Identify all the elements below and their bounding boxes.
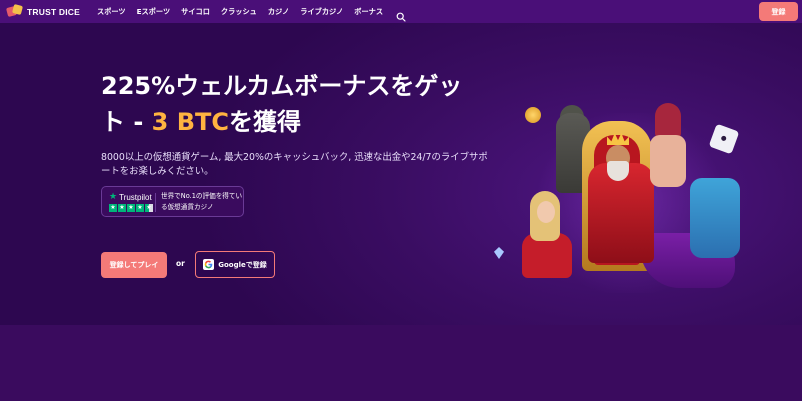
nav-links: スポーツ Eスポーツ サイコロ クラッシュ カジノ ライブカジノ ボーナス xyxy=(97,0,406,23)
lower-section xyxy=(0,325,802,401)
google-signup-label: Googleで登録 xyxy=(218,260,267,269)
register-button[interactable]: 登録 xyxy=(759,2,798,21)
trustpilot-rating: ★ ★ ★ ★ ★ xyxy=(109,204,154,212)
rating-star-icon: ★ xyxy=(109,204,117,212)
trustpilot-star-icon: ★ xyxy=(109,192,118,202)
hero-headline: 225%ウェルカムボーナスをゲット - 3 BTCを獲得 xyxy=(101,68,481,140)
nav-item-bonus[interactable]: ボーナス xyxy=(354,7,383,17)
gem-icon xyxy=(494,247,504,259)
rating-star-icon: ★ xyxy=(127,204,135,212)
nav-item-casino[interactable]: カジノ xyxy=(268,7,289,17)
nav-item-sports[interactable]: スポーツ xyxy=(97,7,126,17)
brand-logo[interactable]: TRUST DICE xyxy=(5,3,80,19)
headline-btc-amount: 3 BTC xyxy=(151,108,230,136)
rating-half-star-icon: ★ xyxy=(145,204,153,212)
dice-logo-icon xyxy=(5,3,24,18)
trustpilot-badge[interactable]: ★ Trustpilot ★ ★ ★ ★ ★ 世界でNo.1の評価を得ている仮想… xyxy=(101,186,244,217)
top-navbar: TRUST DICE スポーツ Eスポーツ サイコロ クラッシュ カジノ ライブ… xyxy=(0,0,802,23)
rating-star-icon: ★ xyxy=(136,204,144,212)
google-icon xyxy=(203,259,215,270)
trustpilot-name: Trustpilot xyxy=(119,192,152,202)
google-signup-button[interactable]: Googleで登録 xyxy=(195,251,275,278)
or-separator: or xyxy=(176,259,185,268)
trustpilot-logo: ★ Trustpilot ★ ★ ★ ★ ★ xyxy=(109,192,154,212)
headline-text-2: を獲得 xyxy=(229,108,302,136)
nav-item-esports[interactable]: Eスポーツ xyxy=(137,7,171,17)
brand-name: TRUST DICE xyxy=(27,6,80,17)
hero-section: 225%ウェルカムボーナスをゲット - 3 BTCを獲得 8000以上の仮想通貨… xyxy=(0,23,802,325)
badge-divider xyxy=(155,193,156,212)
nav-item-live-casino[interactable]: ライブカジノ xyxy=(300,7,343,17)
nav-item-crash[interactable]: クラッシュ xyxy=(221,7,257,17)
coin-icon xyxy=(525,107,541,123)
hero-illustration xyxy=(490,83,750,303)
register-and-play-button[interactable]: 登録してプレイ xyxy=(101,252,167,278)
rating-star-icon: ★ xyxy=(118,204,126,212)
trustpilot-text: 世界でNo.1の評価を得ている仮想通貨カジノ xyxy=(161,192,243,211)
nav-item-dice[interactable]: サイコロ xyxy=(181,7,210,17)
search-icon[interactable] xyxy=(396,7,406,22)
hero-subtext: 8000以上の仮想通貨ゲーム, 最大20%のキャッシュバック, 迅速な出金や24… xyxy=(101,152,488,177)
